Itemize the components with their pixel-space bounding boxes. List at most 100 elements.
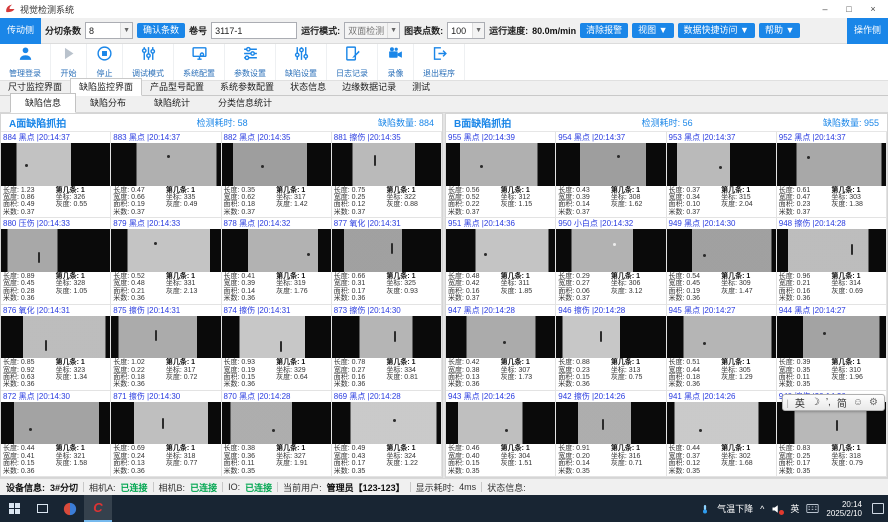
active-app-button[interactable]: C <box>84 495 112 522</box>
ribbon-button-1[interactable]: 开始 <box>51 44 87 80</box>
ribbon-button-3[interactable]: 调试模式 <box>123 44 174 80</box>
defect-cell[interactable]: 872 黑点 |20:14:30长度: 0.44宽度: 0.41面积: 0.15… <box>1 391 111 477</box>
data-quick-access-menu-button[interactable]: 数据快捷访问 ▼ <box>678 23 755 38</box>
tab-sub-0[interactable]: 缺陷信息 <box>10 93 76 113</box>
defect-metrics-right: 第几条: 1坐标: 329灰度: 0.64 <box>276 359 329 389</box>
operate-side-button[interactable]: 操作侧 <box>847 18 888 44</box>
slit-count-select[interactable]: 8▼ <box>85 22 133 39</box>
metric-gray: 灰度: 1.62 <box>611 201 664 208</box>
defect-cell[interactable]: 884 黑点 |20:14:37长度: 1.23宽度: 0.86面积: 0.49… <box>1 132 111 218</box>
volume-button[interactable] <box>771 503 783 515</box>
metric-gray: 灰度: 0.79 <box>831 460 884 467</box>
task-view-button[interactable] <box>28 495 56 522</box>
defect-cell[interactable]: 942 擦伤 |20:14:26长度: 0.91宽度: 0.20面积: 0.14… <box>556 391 666 477</box>
chevron-down-icon: ▼ <box>387 23 399 38</box>
defect-cell[interactable]: 871 擦伤 |20:14:30长度: 0.69宽度: 0.24面积: 0.13… <box>111 391 221 477</box>
ime-fullhalf-moon-icon[interactable]: ☽ <box>811 397 820 408</box>
ribbon-button-5[interactable]: 参数设置 <box>225 44 276 80</box>
defect-cell[interactable]: 953 黑点 |20:14:37长度: 0.37宽度: 0.34面积: 0.10… <box>667 132 777 218</box>
defect-cell[interactable]: 950 小白点 |20:14:32长度: 0.29宽度: 0.27面积: 0.0… <box>556 218 666 304</box>
ime-simplified-toggle[interactable]: 简 <box>837 395 847 410</box>
ribbon-button-8[interactable]: 录像 <box>378 44 414 80</box>
metric-meter: 米数: 0.37 <box>558 209 611 216</box>
metric-strip: 第几条: 1 <box>56 445 109 452</box>
tab-main-3[interactable]: 系统参数配置 <box>212 79 282 95</box>
defect-cell[interactable]: 952 黑点 |20:14:37长度: 0.61宽度: 0.47面积: 0.23… <box>777 132 887 218</box>
metric-length: 长度: 0.44 <box>3 445 56 452</box>
defect-cell[interactable]: 877 氧化 |20:14:31长度: 0.66宽度: 0.31面积: 0.17… <box>332 218 442 304</box>
ribbon-button-4[interactable]: 系统配置 <box>174 44 225 80</box>
tab-main-2[interactable]: 产品型号配置 <box>142 79 212 95</box>
defect-cell-header: 948 擦伤 |20:14:28 <box>777 218 886 229</box>
view-menu-button[interactable]: 视图 ▼ <box>632 23 673 38</box>
minimize-button[interactable]: – <box>814 2 836 16</box>
pinned-app-button[interactable] <box>56 495 84 522</box>
defect-cell[interactable]: 949 黑点 |20:14:30长度: 0.54宽度: 0.45面积: 0.19… <box>667 218 777 304</box>
ribbon-button-2[interactable]: 停止 <box>87 44 123 80</box>
chart-points-value: 100 <box>451 26 466 36</box>
defect-cell[interactable]: 869 黑点 |20:14:28长度: 0.49宽度: 0.43面积: 0.17… <box>332 391 442 477</box>
defect-info: 长度: 0.66宽度: 0.31面积: 0.17米数: 0.36第几条: 1坐标… <box>332 272 441 304</box>
tab-main-5[interactable]: 边缘数据记录 <box>334 79 404 95</box>
ribbon-button-0[interactable]: 管理登录 <box>0 44 51 80</box>
defect-cell[interactable]: 876 氧化 |20:14:31长度: 0.85宽度: 0.92面积: 0.63… <box>1 305 111 391</box>
maximize-button[interactable]: □ <box>838 2 860 16</box>
defect-info: 长度: 0.42宽度: 0.38面积: 0.13米数: 0.36第几条: 1坐标… <box>446 358 555 390</box>
defect-cell[interactable]: 880 压伤 |20:14:33长度: 0.89宽度: 0.45面积: 0.28… <box>1 218 111 304</box>
defect-cell[interactable]: 941 黑点 |20:14:26长度: 0.44宽度: 0.37面积: 0.12… <box>667 391 777 477</box>
start-button[interactable] <box>0 495 28 522</box>
tray-expand-chevron[interactable]: ^ <box>760 504 764 514</box>
task-view-icon <box>37 504 48 513</box>
ime-emoji-icon[interactable]: ☺ <box>853 397 863 408</box>
ime-drag-handle[interactable]: | <box>787 398 789 408</box>
metric-gray: 灰度: 0.49 <box>166 201 219 208</box>
ime-punctuation-toggle[interactable]: ’, <box>826 397 831 408</box>
defect-cell[interactable]: 882 黑点 |20:14:35长度: 0.35宽度: 0.62面积: 0.18… <box>222 132 332 218</box>
defect-cell[interactable]: 948 擦伤 |20:14:28长度: 0.96宽度: 0.21面积: 0.16… <box>777 218 887 304</box>
defect-cell[interactable]: 946 擦伤 |20:14:28长度: 0.88宽度: 0.23面积: 0.15… <box>556 305 666 391</box>
defect-info: 长度: 0.69宽度: 0.24面积: 0.13米数: 0.36第几条: 1坐标… <box>111 444 220 476</box>
ribbon-button-6[interactable]: 缺陷设置 <box>276 44 327 80</box>
defect-cell[interactable]: 943 黑点 |20:14:26长度: 0.46宽度: 0.40面积: 0.15… <box>446 391 556 477</box>
defect-cell[interactable]: 947 黑点 |20:14:28长度: 0.42宽度: 0.38面积: 0.13… <box>446 305 556 391</box>
defect-cell[interactable]: 878 黑点 |20:14:32长度: 0.41宽度: 0.39面积: 0.14… <box>222 218 332 304</box>
tab-main-4[interactable]: 状态信息 <box>282 79 334 95</box>
keyboard-icon[interactable] <box>806 503 819 514</box>
help-menu-button[interactable]: 帮助 ▼ <box>759 23 800 38</box>
tab-main-6[interactable]: 测试 <box>404 79 438 95</box>
clock[interactable]: 20:14 2025/2/10 <box>826 500 862 518</box>
defect-cell[interactable]: 874 擦伤 |20:14:31长度: 0.93宽度: 0.19面积: 0.15… <box>222 305 332 391</box>
ime-lang-toggle[interactable]: 英 <box>795 395 805 410</box>
defect-cell[interactable]: 875 擦伤 |20:14:31长度: 1.02宽度: 0.22面积: 0.18… <box>111 305 221 391</box>
defect-cell[interactable]: 944 黑点 |20:14:27长度: 0.39宽度: 0.35面积: 0.11… <box>777 305 887 391</box>
chart-points-select[interactable]: 100▼ <box>447 22 485 39</box>
metric-gray: 灰度: 1.68 <box>721 460 774 467</box>
ime-settings-gear-icon[interactable]: ⚙ <box>869 397 878 408</box>
defect-metrics-right: 第几条: 1坐标: 303灰度: 1.38 <box>831 187 884 217</box>
confirm-count-button[interactable]: 确认条数 <box>137 23 185 38</box>
defect-cell[interactable]: 955 黑点 |20:14:39长度: 0.56宽度: 0.52面积: 0.22… <box>446 132 556 218</box>
defect-cell[interactable]: 951 黑点 |20:14:36长度: 0.48宽度: 0.42面积: 0.16… <box>446 218 556 304</box>
ribbon-button-7[interactable]: 日志记录 <box>327 44 378 80</box>
thermometer-icon[interactable] <box>700 502 710 516</box>
ime-language-indicator[interactable]: 英 <box>790 502 799 515</box>
roll-number-input[interactable] <box>211 22 297 39</box>
weather-text[interactable]: 气温下降 <box>717 502 753 515</box>
tab-sub-1[interactable]: 缺陷分布 <box>76 94 140 112</box>
tab-sub-3[interactable]: 分类信息统计 <box>204 94 286 112</box>
notification-center-icon[interactable] <box>872 503 884 514</box>
tab-sub-2[interactable]: 缺陷统计 <box>140 94 204 112</box>
defect-cell[interactable]: 881 擦伤 |20:14:35长度: 0.75宽度: 0.25面积: 0.12… <box>332 132 442 218</box>
run-mode-select[interactable]: 双面检测▼ <box>344 22 400 39</box>
defect-cell[interactable]: 873 擦伤 |20:14:30长度: 0.78宽度: 0.27面积: 0.16… <box>332 305 442 391</box>
defect-cell[interactable]: 883 黑点 |20:14:37长度: 0.47宽度: 0.66面积: 0.19… <box>111 132 221 218</box>
defect-cell[interactable]: 954 黑点 |20:14:37长度: 0.43宽度: 0.39面积: 0.14… <box>556 132 666 218</box>
defect-cell[interactable]: 945 黑点 |20:14:27长度: 0.51宽度: 0.44面积: 0.18… <box>667 305 777 391</box>
defect-cell[interactable]: 879 黑点 |20:14:33长度: 0.52宽度: 0.48面积: 0.21… <box>111 218 221 304</box>
close-button[interactable]: × <box>862 2 884 16</box>
clear-alarm-button[interactable]: 清除报警 <box>580 23 628 38</box>
ribbon-button-9[interactable]: 退出程序 <box>414 44 465 80</box>
defect-metrics-left: 长度: 1.23宽度: 0.86面积: 0.49米数: 0.37 <box>3 187 56 217</box>
drive-side-button[interactable]: 传动侧 <box>0 18 41 44</box>
defect-cell[interactable]: 870 黑点 |20:14:28长度: 0.38宽度: 0.36面积: 0.11… <box>222 391 332 477</box>
